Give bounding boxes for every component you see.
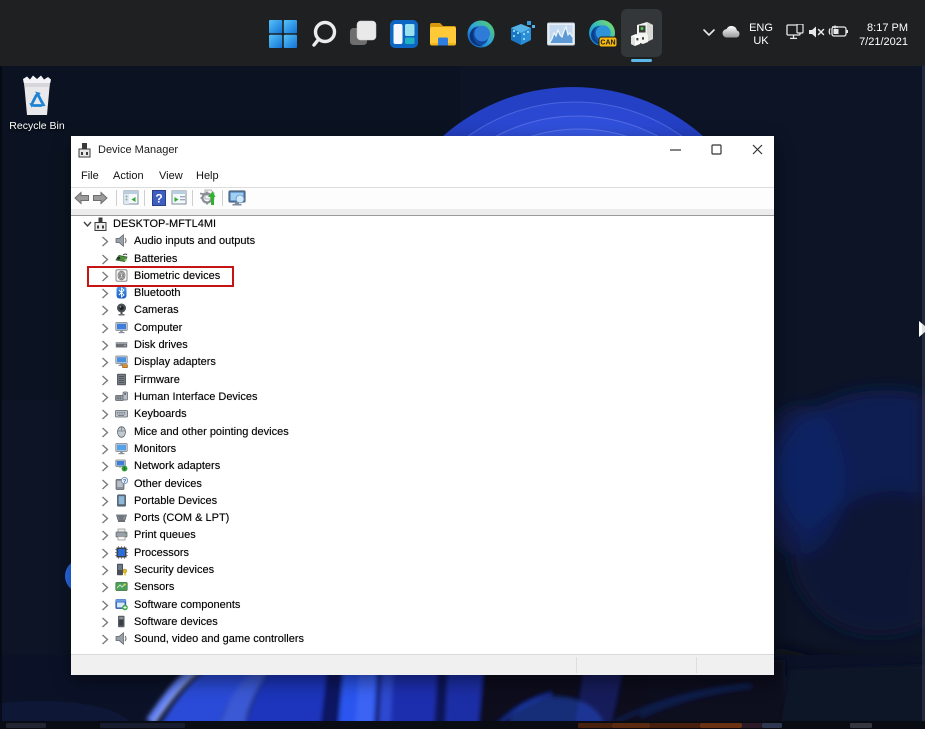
svg-text:CAN: CAN: [600, 40, 615, 47]
svg-text:?: ?: [155, 192, 162, 206]
